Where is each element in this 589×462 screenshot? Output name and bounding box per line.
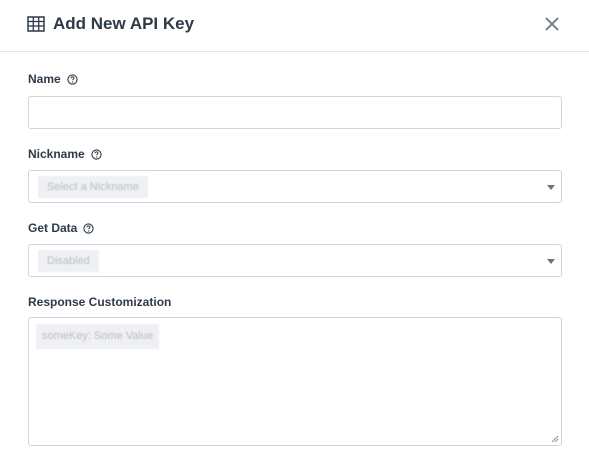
response-customization-placeholder: someKey: Some Value — [36, 324, 160, 349]
name-input[interactable] — [28, 96, 562, 129]
name-label-text: Name — [28, 72, 61, 86]
grid-icon — [27, 16, 45, 32]
nickname-select[interactable]: Select a Nickname — [28, 170, 562, 203]
response-customization-label: Response Customization — [28, 295, 171, 309]
name-label: Name — [28, 72, 78, 86]
chevron-down-icon — [547, 185, 555, 190]
chevron-down-icon — [547, 259, 555, 264]
response-customization-label-text: Response Customization — [28, 295, 172, 309]
question-circle-icon[interactable] — [67, 73, 78, 85]
dialog-title: Add New API Key — [53, 14, 195, 33]
close-icon[interactable] — [543, 15, 561, 33]
get-data-label: Get Data — [28, 221, 94, 235]
get-data-select[interactable]: Disabled — [28, 244, 562, 277]
resize-handle-icon[interactable] — [551, 435, 559, 443]
question-circle-icon[interactable] — [91, 148, 102, 160]
get-data-selected-value: Disabled — [38, 250, 99, 272]
nickname-label: Nickname — [28, 147, 102, 161]
nickname-selected-value: Select a Nickname — [38, 176, 148, 198]
nickname-label-text: Nickname — [28, 147, 85, 161]
question-circle-icon[interactable] — [83, 222, 94, 234]
response-customization-textarea[interactable]: someKey: Some Value — [28, 317, 562, 446]
get-data-label-text: Get Data — [28, 221, 78, 235]
dialog-header: Add New API Key — [0, 0, 589, 52]
